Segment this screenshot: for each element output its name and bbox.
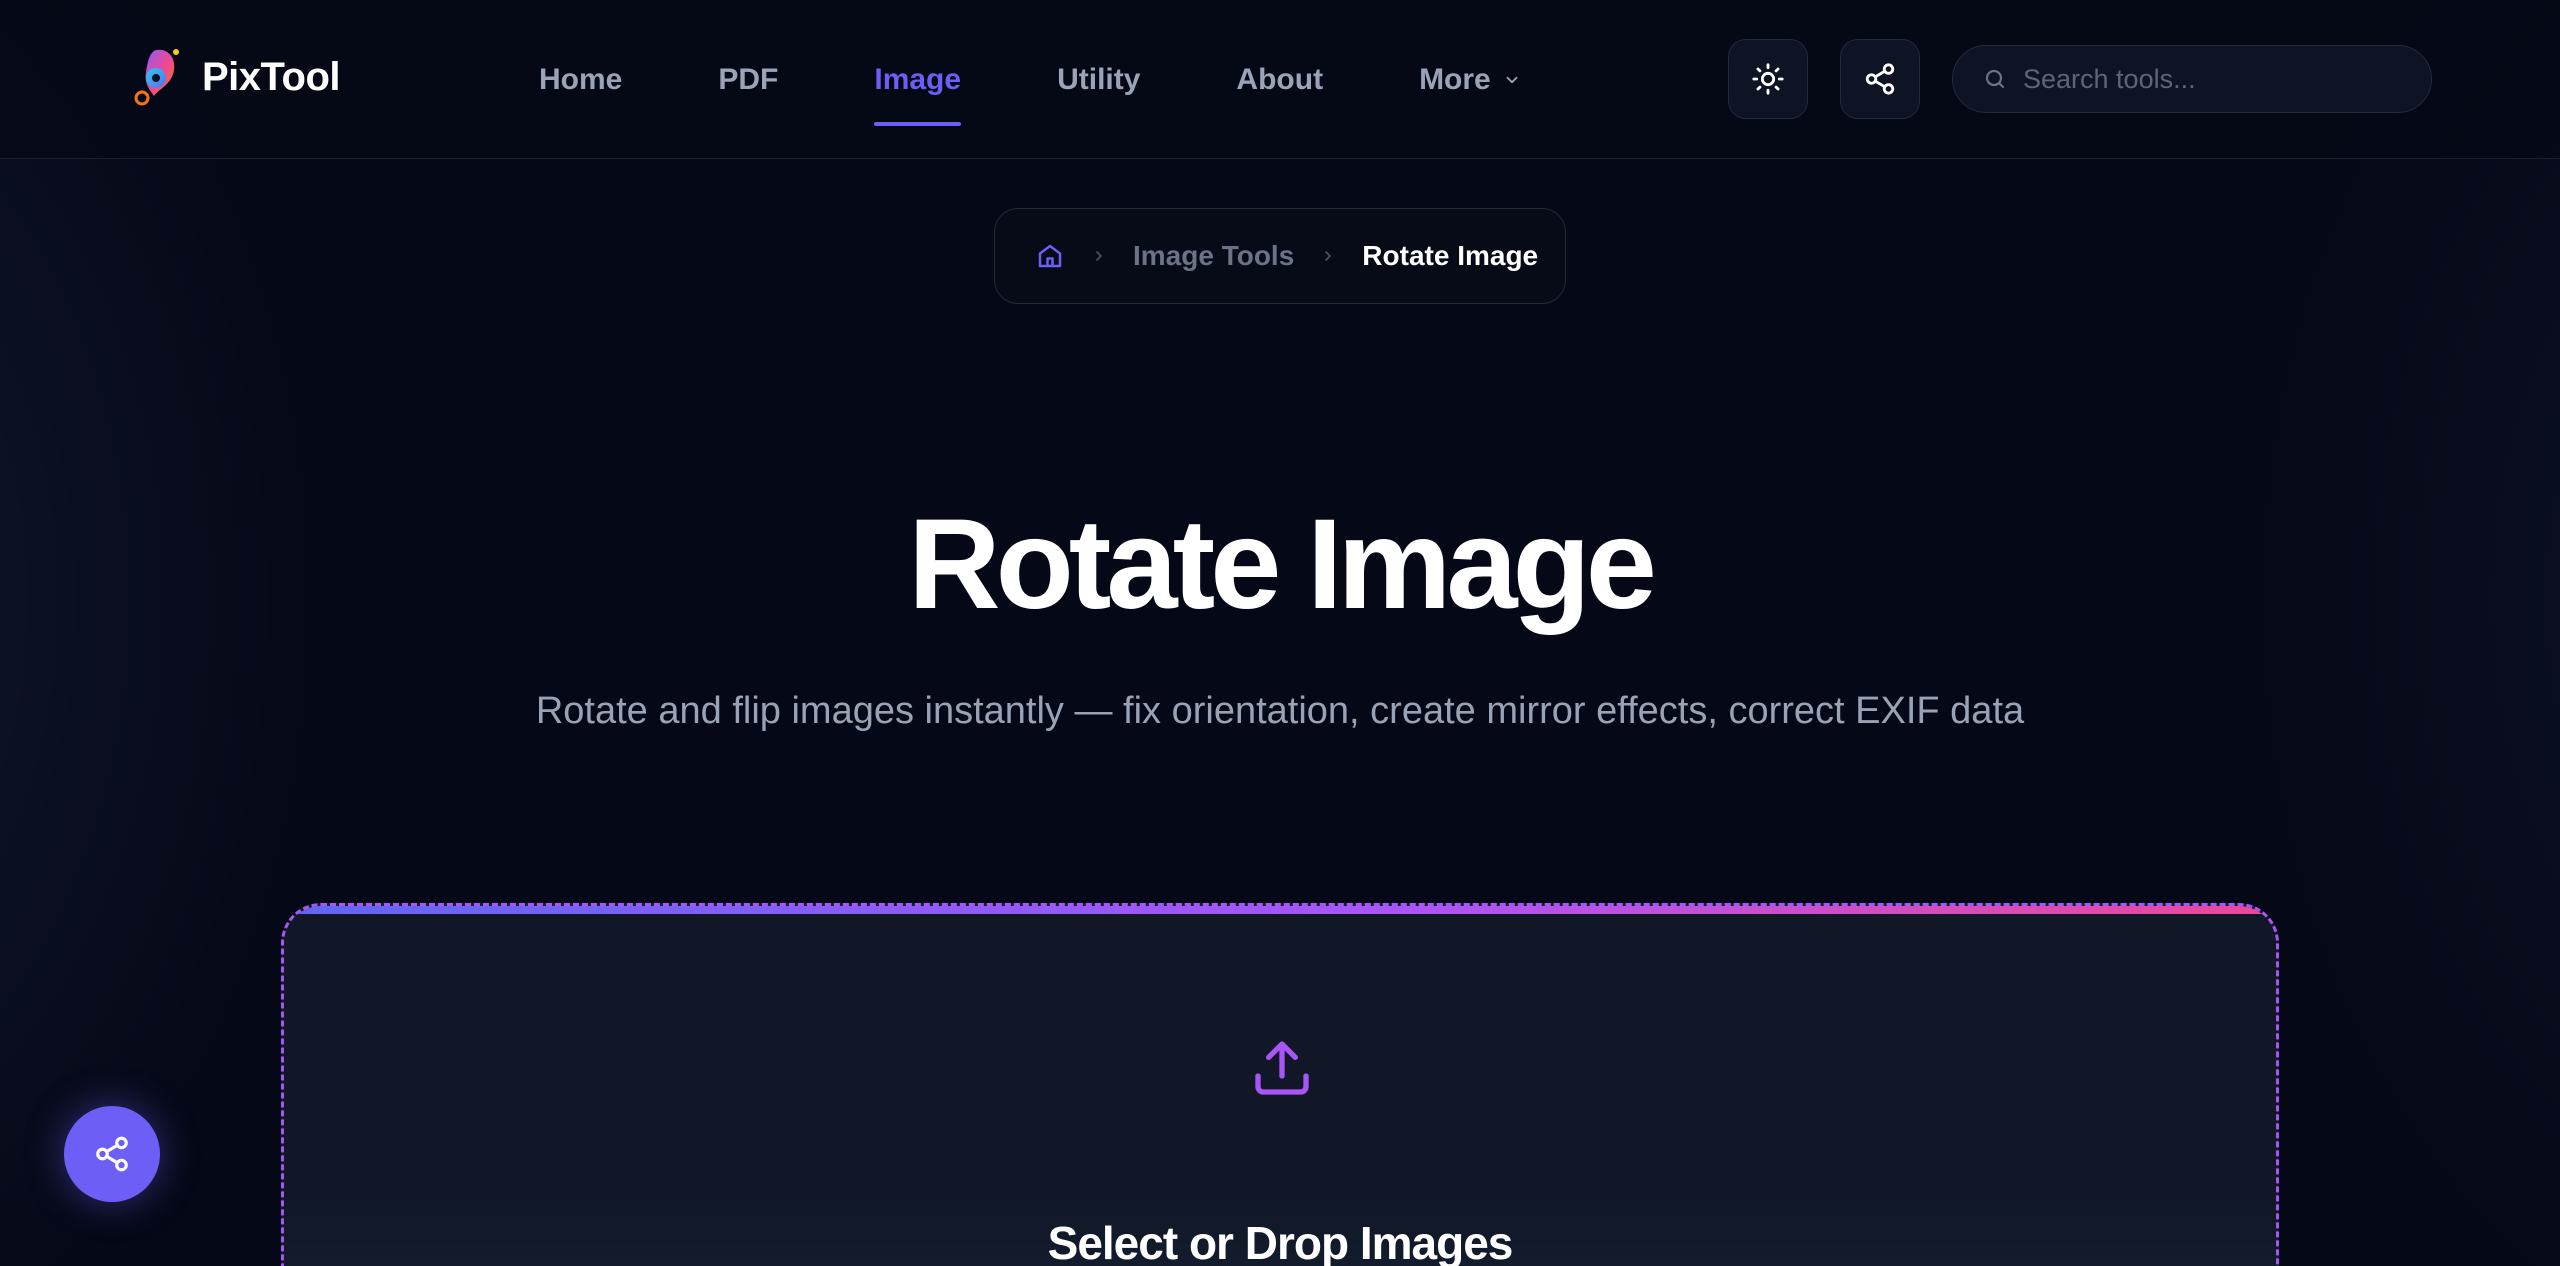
breadcrumb-image-tools[interactable]: Image Tools — [1133, 240, 1294, 272]
upload-icon — [1255, 1041, 1309, 1095]
chevron-down-icon — [1506, 76, 1518, 83]
floating-share-button[interactable] — [64, 1106, 160, 1202]
chevron-right-icon — [1325, 251, 1332, 261]
breadcrumb: Image Tools Rotate Image — [994, 208, 1566, 304]
share-icon — [1865, 63, 1895, 95]
nav-utility[interactable]: Utility — [1057, 0, 1140, 159]
nav-pdf[interactable]: PDF — [718, 0, 778, 159]
home-icon — [1038, 244, 1062, 268]
search-icon — [1985, 69, 2005, 89]
dropzone-title: Select or Drop Images — [1047, 1217, 1514, 1266]
brand-logo[interactable]: PixTool — [130, 44, 340, 110]
page-subtitle: Rotate and flip images instantly — fix o… — [535, 690, 2025, 732]
main-nav: Home PDF Image Utility About More — [539, 0, 1617, 159]
brand-name: PixTool — [202, 54, 340, 99]
search-input[interactable] — [2023, 63, 2403, 95]
page-title: Rotate Image — [908, 493, 1657, 636]
nav-home[interactable]: Home — [539, 0, 622, 159]
share-icon — [96, 1136, 128, 1172]
breadcrumb-home[interactable] — [1035, 241, 1065, 271]
sun-icon — [1752, 63, 1784, 95]
nav-more-dropdown[interactable]: More — [1419, 0, 1521, 159]
nav-more-label: More — [1419, 62, 1491, 96]
nav-about[interactable]: About — [1236, 0, 1323, 159]
chevron-right-icon — [1096, 251, 1103, 261]
nav-image[interactable]: Image — [874, 0, 961, 159]
pixtool-logo-icon — [134, 49, 179, 106]
breadcrumb-current: Rotate Image — [1362, 240, 1539, 271]
theme-toggle-button[interactable] — [1728, 39, 1808, 119]
site-header: PixTool Home PDF Image Utility About Mor… — [0, 0, 2560, 159]
share-button[interactable] — [1840, 39, 1920, 119]
search-box[interactable] — [1952, 45, 2432, 113]
dropzone-gradient-bar — [284, 906, 2276, 914]
image-dropzone[interactable]: Select or Drop Images — [281, 903, 2279, 1266]
